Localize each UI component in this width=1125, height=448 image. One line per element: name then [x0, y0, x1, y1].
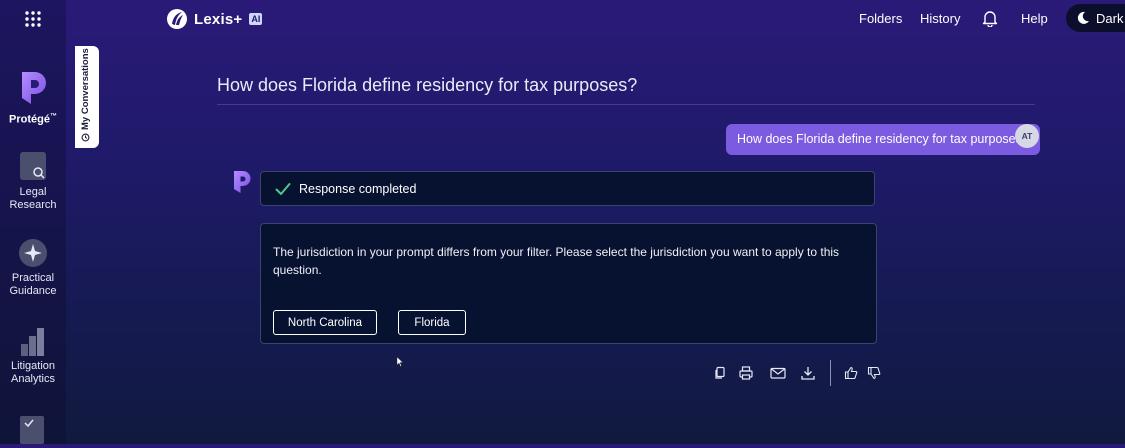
- lexis-brand[interactable]: Lexis+ AI: [166, 8, 263, 30]
- rail-label-legal-2: Research: [9, 199, 57, 211]
- thumbs-up-icon[interactable]: [844, 366, 858, 380]
- copy-icon[interactable]: [713, 366, 727, 380]
- nav-folders[interactable]: Folders: [859, 11, 902, 26]
- jurisdiction-prompt-card: The jurisdiction in your prompt differs …: [260, 223, 877, 344]
- practical-guidance-icon: [19, 239, 47, 267]
- user-avatar: AT: [1015, 124, 1039, 148]
- rail-item-practical-guidance[interactable]: Practical Guidance: [0, 238, 66, 298]
- checkmark-icon: [275, 182, 291, 195]
- brand-name: Lexis+: [194, 10, 243, 28]
- rail-label-practical-2: Guidance: [9, 285, 57, 297]
- rail-label-litigation-1: Litigation: [10, 360, 56, 372]
- download-icon[interactable]: [801, 366, 815, 380]
- nav-help[interactable]: Help: [1021, 11, 1048, 26]
- theme-toggle[interactable]: Dark: [1066, 4, 1125, 32]
- protege-bot-icon: [234, 171, 251, 193]
- response-status-text: Response completed: [299, 181, 417, 196]
- user-message-bubble: How does Florida define residency for ta…: [726, 124, 1040, 155]
- litigation-analytics-icon: [21, 328, 44, 356]
- rail-item-protege[interactable]: Protégé™: [0, 70, 66, 127]
- bell-icon[interactable]: [982, 9, 998, 27]
- brand-ai-badge: AI: [249, 13, 263, 25]
- my-conversations-tab[interactable]: My Conversations: [75, 46, 99, 148]
- rail-item-litigation-analytics[interactable]: Litigation Analytics: [0, 326, 66, 386]
- title-divider: [217, 104, 1035, 105]
- response-status: Response completed: [260, 171, 875, 206]
- rail-label-legal-1: Legal: [19, 186, 47, 198]
- thumbs-down-icon[interactable]: [867, 366, 881, 380]
- apps-grid-icon[interactable]: [24, 10, 42, 28]
- theme-label: Dark: [1096, 10, 1124, 26]
- jurisdiction-north-carolina-button[interactable]: North Carolina: [273, 310, 377, 335]
- left-rail: Protégé™ Legal Research Practical Guidan…: [0, 0, 66, 444]
- rail-label-practical-1: Practical: [11, 272, 55, 284]
- email-icon[interactable]: [770, 366, 786, 380]
- rail-label-litigation-2: Analytics: [10, 373, 56, 385]
- history-icon: [81, 133, 90, 142]
- nav-history[interactable]: History: [920, 11, 960, 26]
- mouse-cursor-icon: [397, 357, 403, 367]
- toolbar-separator: [830, 360, 831, 386]
- lexis-logo-icon: [167, 9, 187, 29]
- rail-item-tasks[interactable]: [0, 414, 66, 448]
- legal-research-icon: [20, 152, 46, 180]
- jurisdiction-florida-button[interactable]: Florida: [398, 310, 466, 335]
- print-icon[interactable]: [739, 366, 753, 380]
- rail-label-protege: Protégé: [9, 113, 50, 126]
- checklist-icon: [20, 416, 44, 444]
- rail-item-legal-research[interactable]: Legal Research: [0, 152, 66, 212]
- trademark-mark: ™: [49, 113, 57, 120]
- jurisdiction-message: The jurisdiction in your prompt differs …: [273, 245, 840, 277]
- protege-icon: [22, 72, 46, 104]
- my-conversations-label: My Conversations: [80, 48, 91, 130]
- moon-icon: [1077, 11, 1089, 24]
- conversation-title: How does Florida define residency for ta…: [217, 75, 638, 95]
